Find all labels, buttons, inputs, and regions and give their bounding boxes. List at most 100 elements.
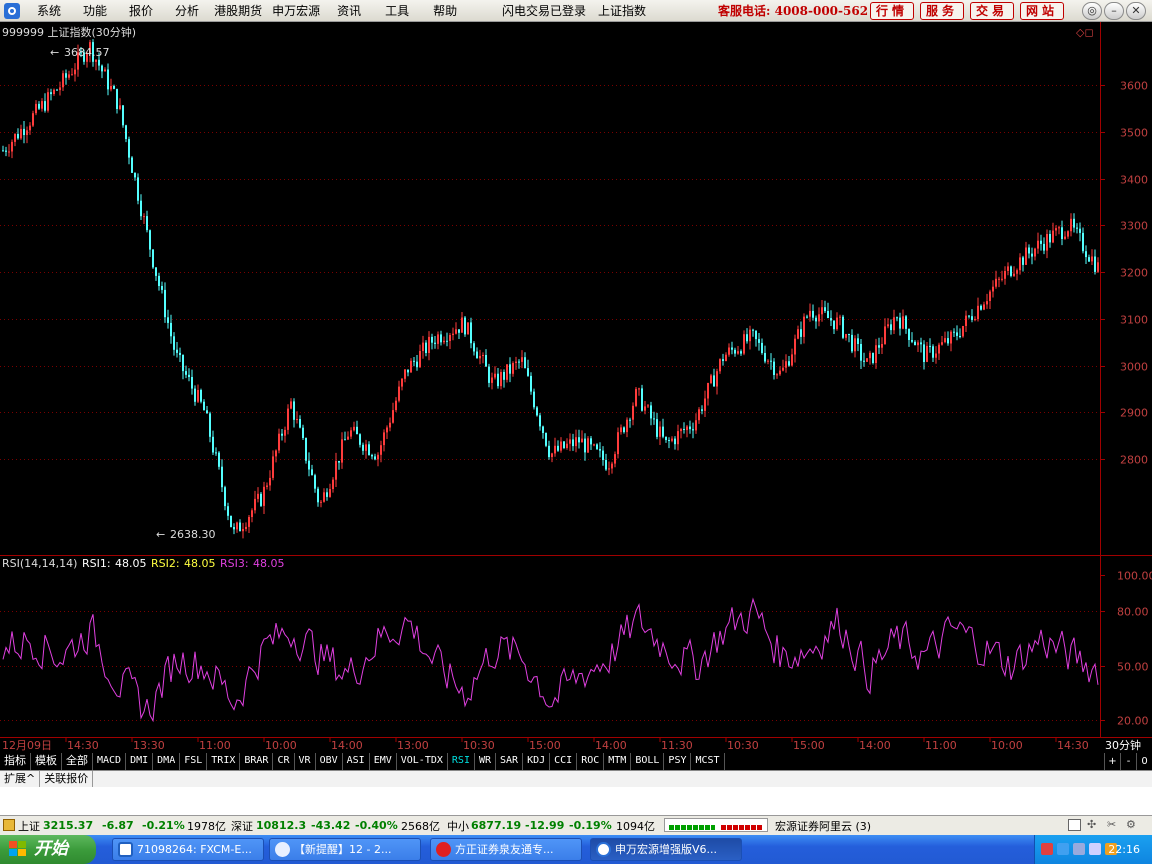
menu-hk-futures[interactable]: 港股期货 — [210, 2, 266, 19]
task-fangzheng[interactable]: 方正证券泉友通专... — [430, 838, 582, 861]
tab-dmi[interactable]: DMI — [126, 753, 154, 770]
candle-body — [959, 336, 961, 337]
tab-psy[interactable]: PSY — [664, 753, 692, 770]
candle-body — [653, 418, 655, 420]
candle-body — [794, 338, 796, 355]
candle-body — [1004, 271, 1006, 279]
tab-indicator[interactable]: 指标 — [0, 753, 31, 770]
candle-body — [758, 339, 760, 343]
candle-body — [638, 388, 640, 390]
time-label: 11:00 — [199, 739, 231, 752]
clock[interactable]: 22:16 — [1108, 843, 1140, 856]
start-button[interactable]: 开始 — [0, 835, 96, 864]
candle-body — [980, 305, 982, 310]
menu-tools[interactable]: 工具 — [372, 2, 422, 19]
candle-body — [578, 437, 580, 443]
tab-asi[interactable]: ASI — [343, 753, 370, 770]
zoom-out-button[interactable]: - — [1120, 753, 1136, 770]
candle-body — [737, 351, 739, 354]
nav-website-button[interactable]: 网站 — [1020, 2, 1064, 20]
tab-rsi[interactable]: RSI — [448, 753, 475, 770]
help-circle-icon[interactable]: ◎ — [1082, 2, 1102, 20]
tab-template[interactable]: 模板 — [31, 753, 62, 770]
period-label[interactable]: 30分钟 — [1105, 738, 1141, 752]
network-icon[interactable]: ⚙ — [1126, 818, 1140, 832]
tab-vol-tdx[interactable]: VOL-TDX — [397, 753, 448, 770]
minimize-icon[interactable]: – — [1104, 2, 1124, 20]
tab-macd[interactable]: MACD — [93, 753, 127, 770]
tab-kdj[interactable]: KDJ — [523, 753, 551, 770]
tab-related-quotes[interactable]: 关联报价 — [40, 771, 94, 787]
app-logo-icon[interactable] — [4, 2, 20, 19]
candle-body — [650, 405, 652, 419]
tab-wr[interactable]: WR — [475, 753, 497, 770]
quote-status-bar: 上证 3215.37 -6.87 -0.21% 1978亿 深证 10812.3… — [0, 815, 1152, 835]
menu-function[interactable]: 功能 — [72, 2, 118, 19]
tab-fsl[interactable]: FSL — [180, 753, 208, 770]
menu-info[interactable]: 资讯 — [326, 2, 372, 19]
tab-dma[interactable]: DMA — [153, 753, 181, 770]
reset-button[interactable]: 0 — [1136, 753, 1152, 770]
tab-boll[interactable]: BOLL — [631, 753, 665, 770]
candle-body — [305, 437, 307, 461]
menu-help[interactable]: 帮助 — [422, 2, 468, 19]
login-status: 闪电交易已登录 — [502, 4, 587, 18]
tab-mcst[interactable]: MCST — [691, 753, 725, 770]
menu-system[interactable]: 系统 — [26, 2, 72, 19]
candle-body — [32, 113, 34, 126]
menu-swhy[interactable]: 申万宏源 — [266, 2, 326, 19]
tab-trix[interactable]: TRIX — [207, 753, 241, 770]
task-reminder[interactable]: 【新提醒】12 - 2... — [269, 838, 421, 861]
menu-analysis[interactable]: 分析 — [164, 2, 210, 19]
candle-body — [1049, 234, 1051, 243]
candle-body — [854, 338, 856, 352]
tray-volume-icon[interactable] — [1073, 843, 1085, 855]
task-fxcm[interactable]: 71098264: FXCM-E... — [112, 838, 264, 861]
tab-obv[interactable]: OBV — [316, 753, 343, 770]
tray-network-icon[interactable] — [1057, 843, 1069, 855]
menu-quote[interactable]: 报价 — [118, 2, 164, 19]
sz-pct: -0.40% — [355, 819, 398, 832]
nav-trade-button[interactable]: 交易 — [970, 2, 1014, 20]
zoom-in-button[interactable]: + — [1104, 753, 1120, 770]
task-swhy[interactable]: 申万宏源增强版V6... — [590, 838, 742, 861]
tab-cci[interactable]: CCI — [550, 753, 578, 770]
close-icon[interactable]: ✕ — [1126, 2, 1146, 20]
settings-icon[interactable]: ✂ — [1107, 818, 1121, 832]
candle-body — [209, 413, 211, 437]
tray-app-icon[interactable] — [1041, 843, 1053, 855]
candle-body — [749, 329, 751, 342]
price-tick-label: 3600 — [1120, 80, 1148, 93]
tab-cr[interactable]: CR — [273, 753, 295, 770]
candle-body — [41, 101, 43, 109]
tab-vr[interactable]: VR — [295, 753, 316, 770]
candle-body — [974, 319, 976, 321]
candle-body — [986, 301, 988, 305]
lock-icon[interactable] — [3, 819, 15, 831]
candle-body — [713, 375, 715, 387]
price-chart[interactable]: 3600 3500 3400 3300 3200 3100 3000 2900 2800 100… — [0, 22, 1152, 753]
tab-sar[interactable]: SAR — [496, 753, 524, 770]
candle-body — [50, 92, 52, 95]
rsi-tick-label: 100.00 — [1117, 570, 1152, 583]
tab-all[interactable]: 全部 — [62, 753, 93, 770]
tab-roc[interactable]: ROC — [577, 753, 605, 770]
candle-body — [923, 344, 925, 362]
candle-body — [914, 341, 916, 346]
tab-brar[interactable]: BRAR — [240, 753, 274, 770]
candle-body — [1058, 227, 1060, 229]
signal-icon[interactable]: ✣ — [1087, 818, 1101, 832]
candle-body — [866, 358, 868, 362]
candle-body — [836, 317, 838, 330]
tab-mtm[interactable]: MTM — [604, 753, 632, 770]
candle-body — [569, 439, 571, 444]
tab-emv[interactable]: EMV — [370, 753, 397, 770]
chart-toggle-icon[interactable]: ◇◻ — [1076, 26, 1094, 39]
window-icon[interactable] — [1068, 819, 1081, 831]
tray-ime-icon[interactable] — [1089, 843, 1101, 855]
tab-expand[interactable]: 扩展^ — [0, 771, 41, 787]
rsi2-label: RSI2: — [151, 557, 180, 570]
candle-body — [554, 445, 556, 454]
nav-market-button[interactable]: 行情 — [870, 2, 914, 20]
nav-service-button[interactable]: 服务 — [920, 2, 964, 20]
